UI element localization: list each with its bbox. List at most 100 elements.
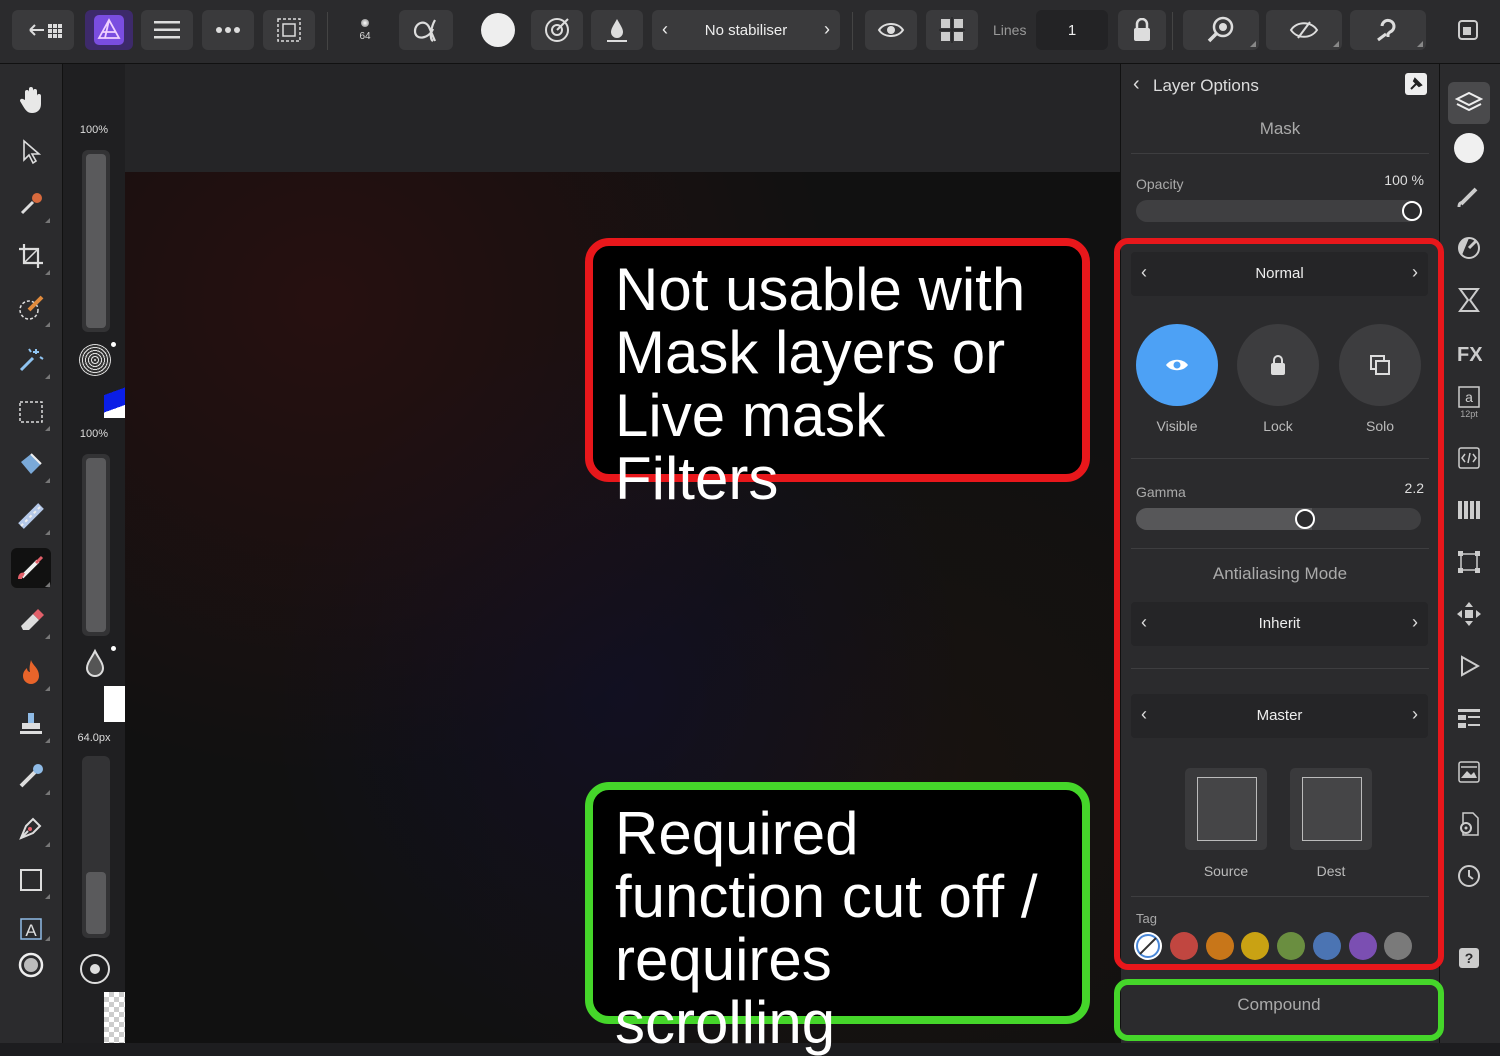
navigator-panel-button[interactable] — [1451, 596, 1487, 632]
brush-size-dot-icon — [361, 18, 369, 27]
top-toolbar: 64 ‹ No stabiliser › Lines 1 — [0, 0, 1500, 64]
colour-panel-button[interactable] — [1451, 130, 1487, 166]
snapshots-panel-button[interactable] — [1451, 858, 1487, 894]
persona-switch-button[interactable] — [85, 10, 133, 50]
shape-tool-button[interactable] — [11, 860, 51, 900]
text-size-label: 12pt — [1460, 408, 1478, 419]
stabiliser-stepper: ‹ No stabiliser › — [652, 10, 840, 50]
crop-icon — [19, 244, 43, 268]
svg-text:?: ? — [1465, 950, 1474, 966]
dodge-burn-tool-button[interactable] — [11, 652, 51, 692]
brush-size-button[interactable]: 64 — [340, 10, 390, 50]
pen-tool-button[interactable] — [11, 808, 51, 848]
canvas-edge-white — [104, 686, 125, 722]
help-button[interactable]: ? — [1451, 940, 1487, 976]
paint-brush-tool-button[interactable] — [11, 548, 51, 588]
retouch-tool-button[interactable] — [11, 756, 51, 796]
opacity-slider[interactable] — [1136, 200, 1422, 222]
play-panel-button[interactable] — [1451, 648, 1487, 684]
clone-tool-button[interactable] — [11, 704, 51, 744]
text-styles-panel-button[interactable]: a 12pt — [1451, 384, 1487, 420]
document-button[interactable] — [1448, 10, 1488, 50]
magic-wand-icon — [19, 348, 44, 372]
effects-panel-button[interactable]: FX — [1451, 334, 1487, 370]
alpha-button[interactable] — [399, 10, 453, 50]
zoom-button[interactable] — [1183, 10, 1259, 50]
pressure-icon[interactable] — [80, 954, 110, 984]
compound-label: Compound — [1237, 995, 1321, 1014]
target-brush-icon — [545, 18, 569, 42]
color-button[interactable] — [472, 10, 524, 50]
back-to-gallery-button[interactable] — [12, 10, 74, 50]
red-annotation-line-1: Not usable with — [615, 256, 1026, 323]
opacity-label: Opacity — [1136, 176, 1184, 192]
layers-panel-button[interactable] — [1448, 82, 1490, 124]
menu-button[interactable] — [141, 10, 193, 50]
help-gesture-button[interactable] — [1350, 10, 1426, 50]
flow-droplet-icon[interactable] — [83, 648, 107, 680]
flood-select-tool-button[interactable] — [11, 340, 51, 380]
wet-edges-button[interactable] — [531, 10, 583, 50]
macros-panel-button[interactable] — [1451, 440, 1487, 476]
text-tool-button[interactable]: A — [11, 916, 51, 942]
crop-tool-button[interactable] — [11, 236, 51, 276]
opacity-vertical-slider[interactable] — [82, 454, 110, 636]
styles-panel-button[interactable] — [1451, 700, 1487, 736]
section-title: Mask — [1259, 119, 1301, 138]
stabiliser-next-icon[interactable]: › — [824, 19, 830, 40]
red-annotation-line-3: Live mask Filters — [615, 382, 886, 512]
color-ring-icon — [18, 952, 44, 978]
red-highlight-box — [1114, 238, 1444, 970]
gradient-tool-button[interactable] — [11, 496, 51, 536]
adjustments-panel-button[interactable] — [1451, 230, 1487, 266]
fx-icon: FX — [1457, 344, 1482, 364]
back-chevron-icon[interactable]: ‹ — [1133, 73, 1140, 96]
eye-icon — [877, 23, 905, 37]
brush-width-vertical-slider[interactable] — [82, 756, 110, 938]
view-tool-button[interactable] — [11, 80, 51, 120]
svg-text:FX: FX — [1457, 344, 1482, 364]
brush-width-value: 64.0px — [77, 732, 111, 744]
brushes-panel-button[interactable] — [1451, 178, 1487, 214]
transform-panel-button[interactable] — [1451, 544, 1487, 580]
list-styles-icon — [1458, 709, 1480, 728]
history-panel-button[interactable] — [1451, 282, 1487, 318]
svg-text:A: A — [25, 921, 37, 940]
channels-panel-button[interactable] — [1451, 492, 1487, 528]
hourglass-icon — [1458, 288, 1480, 312]
visibility-button[interactable] — [865, 10, 917, 50]
brush-size-value: 64 — [359, 30, 371, 42]
erase-tool-button[interactable] — [11, 600, 51, 640]
stabiliser-prev-icon[interactable]: ‹ — [662, 19, 668, 40]
marquee-tool-button[interactable] — [11, 392, 51, 432]
layers-stack-icon — [1455, 91, 1483, 112]
size-vertical-slider[interactable] — [82, 150, 110, 332]
hardness-icon[interactable] — [79, 344, 111, 376]
flood-fill-tool-button[interactable] — [11, 444, 51, 484]
lines-field[interactable]: 1 — [1036, 10, 1108, 50]
brush-icon — [1457, 187, 1478, 208]
more-options-button[interactable] — [202, 10, 254, 50]
symmetry-button[interactable] — [926, 10, 978, 50]
lock-button[interactable] — [1118, 10, 1166, 50]
code-page-icon — [1458, 447, 1480, 469]
settings-panel-button[interactable] — [1451, 806, 1487, 842]
flow-button[interactable] — [591, 10, 643, 50]
view-options-button[interactable] — [1266, 10, 1342, 50]
move-arrows-icon — [1457, 602, 1481, 626]
color-picker-tool-button[interactable] — [11, 184, 51, 224]
color-swatch-button[interactable] — [11, 948, 51, 982]
selection-brush-tool-button[interactable] — [11, 288, 51, 328]
pointer-arrow-icon — [23, 139, 41, 165]
selection-button[interactable] — [263, 10, 315, 50]
ellipsis-icon — [216, 27, 240, 33]
pen-nib-icon — [19, 817, 42, 840]
move-tool-button[interactable] — [11, 132, 51, 172]
studio-panel-strip: FX a 12pt ? — [1439, 64, 1500, 1043]
hand-icon — [19, 87, 41, 113]
back-grid-icon — [29, 24, 62, 38]
opacity-slider-value: 100% — [79, 428, 109, 440]
stock-panel-button[interactable] — [1451, 754, 1487, 790]
pin-panel-button[interactable] — [1405, 73, 1427, 95]
opacity-slider-thumb[interactable] — [1402, 201, 1422, 221]
